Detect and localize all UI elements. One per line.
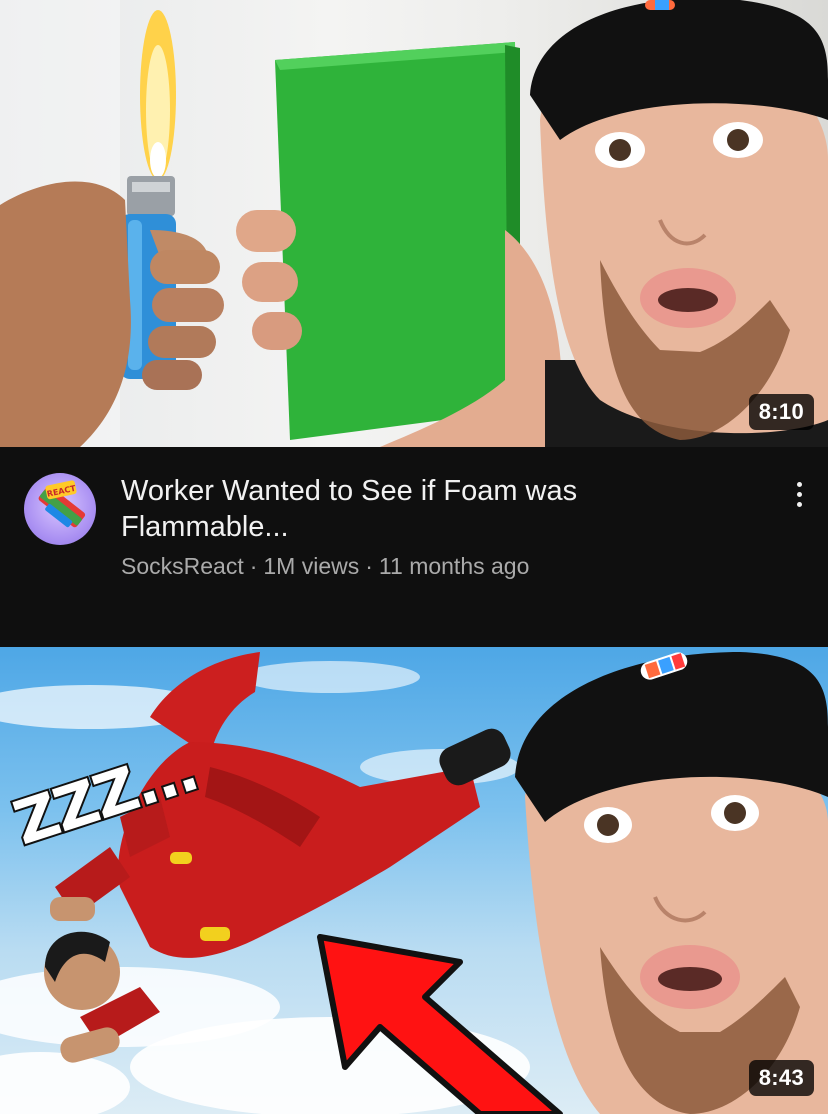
duration-badge: 8:10 [748,394,814,430]
view-count: 1M views [263,553,360,579]
upload-age: 11 months ago [378,553,530,579]
green-foam-block [275,42,520,440]
thumbnail-artwork [0,652,828,1114]
surprised-man [530,0,828,447]
thumbnail-artwork [0,0,828,447]
separator: · [249,553,258,579]
video-feed: 8:10 REACT Worker Wanted to See if Foam … [0,0,828,1114]
separator: · [365,553,373,579]
react-logo-icon: REACT [38,480,86,528]
video-thumbnail[interactable]: 8:10 [0,0,828,447]
more-vert-icon[interactable] [784,477,814,511]
lighter-flame [140,10,176,180]
duration-badge: 8:43 [748,1060,814,1096]
surprised-man [515,652,828,1114]
channel-name[interactable]: SocksReact [121,553,244,579]
video-metadata: SocksReact · 1M views · 11 months ago [121,551,529,581]
video-details: REACT Worker Wanted to See if Foam was F… [0,447,828,647]
video-thumbnail[interactable]: 8:43 [0,647,828,1114]
video-title[interactable]: Worker Wanted to See if Foam was Flammab… [121,473,681,545]
channel-avatar[interactable]: REACT [24,473,96,545]
